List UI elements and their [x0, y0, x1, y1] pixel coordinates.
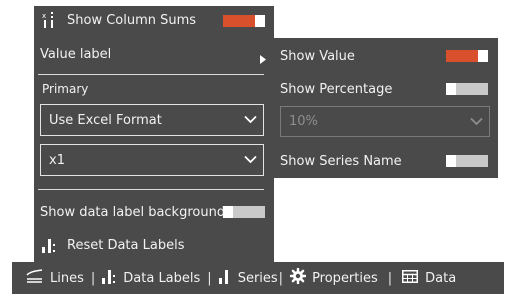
data-labels-button[interactable]: Data Labels — [102, 268, 200, 288]
show-series-name-label: Show Series Name — [280, 153, 402, 169]
primary-heading: Primary — [42, 82, 89, 96]
percentage-select[interactable]: 10% — [280, 106, 490, 137]
column-sums-icon: x — [42, 11, 56, 29]
toolbar-separator: | — [90, 270, 96, 286]
show-column-sums-row[interactable]: x Show Column Sums — [42, 11, 196, 29]
data-label: Data — [425, 270, 457, 286]
format-select[interactable]: Use Excel Format — [40, 104, 264, 136]
lines-label: Lines — [50, 270, 84, 286]
show-value-row[interactable]: Show Value — [280, 47, 355, 65]
toolbar-separator: | — [387, 270, 393, 286]
reset-data-labels-button[interactable]: Reset Data Labels — [42, 236, 184, 254]
properties-label: Properties — [312, 270, 378, 286]
series-button[interactable]: Series — [218, 268, 278, 288]
show-value-label: Show Value — [280, 48, 355, 64]
show-percentage-toggle[interactable] — [446, 83, 488, 95]
divider — [38, 189, 264, 190]
series-icon — [218, 268, 232, 288]
show-background-label: Show data label background — [40, 204, 226, 220]
lines-icon — [26, 269, 43, 287]
show-percentage-row[interactable]: Show Percentage — [280, 80, 392, 98]
scale-select-value: x1 — [49, 152, 65, 168]
value-label-menu-item[interactable]: Value label — [40, 45, 111, 63]
chevron-down-icon — [244, 113, 257, 128]
svg-text:x: x — [42, 12, 46, 20]
chevron-down-icon — [470, 114, 483, 129]
lines-button[interactable]: Lines — [26, 269, 84, 287]
show-column-sums-toggle[interactable] — [223, 15, 265, 27]
value-label-submenu: Show Value Show Percentage 10% Show Seri… — [274, 38, 498, 178]
toolbar-separator: | — [207, 270, 212, 286]
data-labels-label: Data Labels — [123, 270, 201, 286]
table-icon — [402, 269, 419, 287]
scale-select[interactable]: x1 — [40, 144, 264, 176]
data-button[interactable]: Data — [402, 269, 457, 287]
show-value-toggle[interactable] — [446, 50, 488, 62]
properties-button[interactable]: Properties — [289, 267, 378, 288]
chevron-right-icon — [260, 49, 266, 68]
reset-labels-icon — [42, 237, 56, 253]
chevron-down-icon — [244, 153, 257, 168]
percentage-select-value: 10% — [289, 114, 318, 129]
data-labels-icon — [102, 268, 116, 288]
format-select-value: Use Excel Format — [49, 112, 162, 128]
toolbar-separator: | — [278, 270, 284, 286]
show-series-name-toggle[interactable] — [446, 155, 488, 167]
data-labels-menu: x Show Column Sums Value label Primary U… — [34, 6, 274, 262]
bottom-toolbar: Lines | Data Labels | Series | Propertie… — [12, 262, 504, 294]
reset-data-labels-label: Reset Data Labels — [67, 237, 185, 253]
gear-icon — [289, 267, 307, 288]
value-label-label: Value label — [40, 46, 112, 62]
series-label: Series — [237, 270, 278, 286]
show-column-sums-label: Show Column Sums — [67, 12, 197, 28]
show-background-row[interactable]: Show data label background — [40, 203, 225, 221]
show-background-toggle[interactable] — [223, 206, 265, 218]
show-percentage-label: Show Percentage — [280, 81, 393, 97]
show-series-name-row[interactable]: Show Series Name — [280, 152, 402, 170]
divider — [38, 74, 264, 75]
